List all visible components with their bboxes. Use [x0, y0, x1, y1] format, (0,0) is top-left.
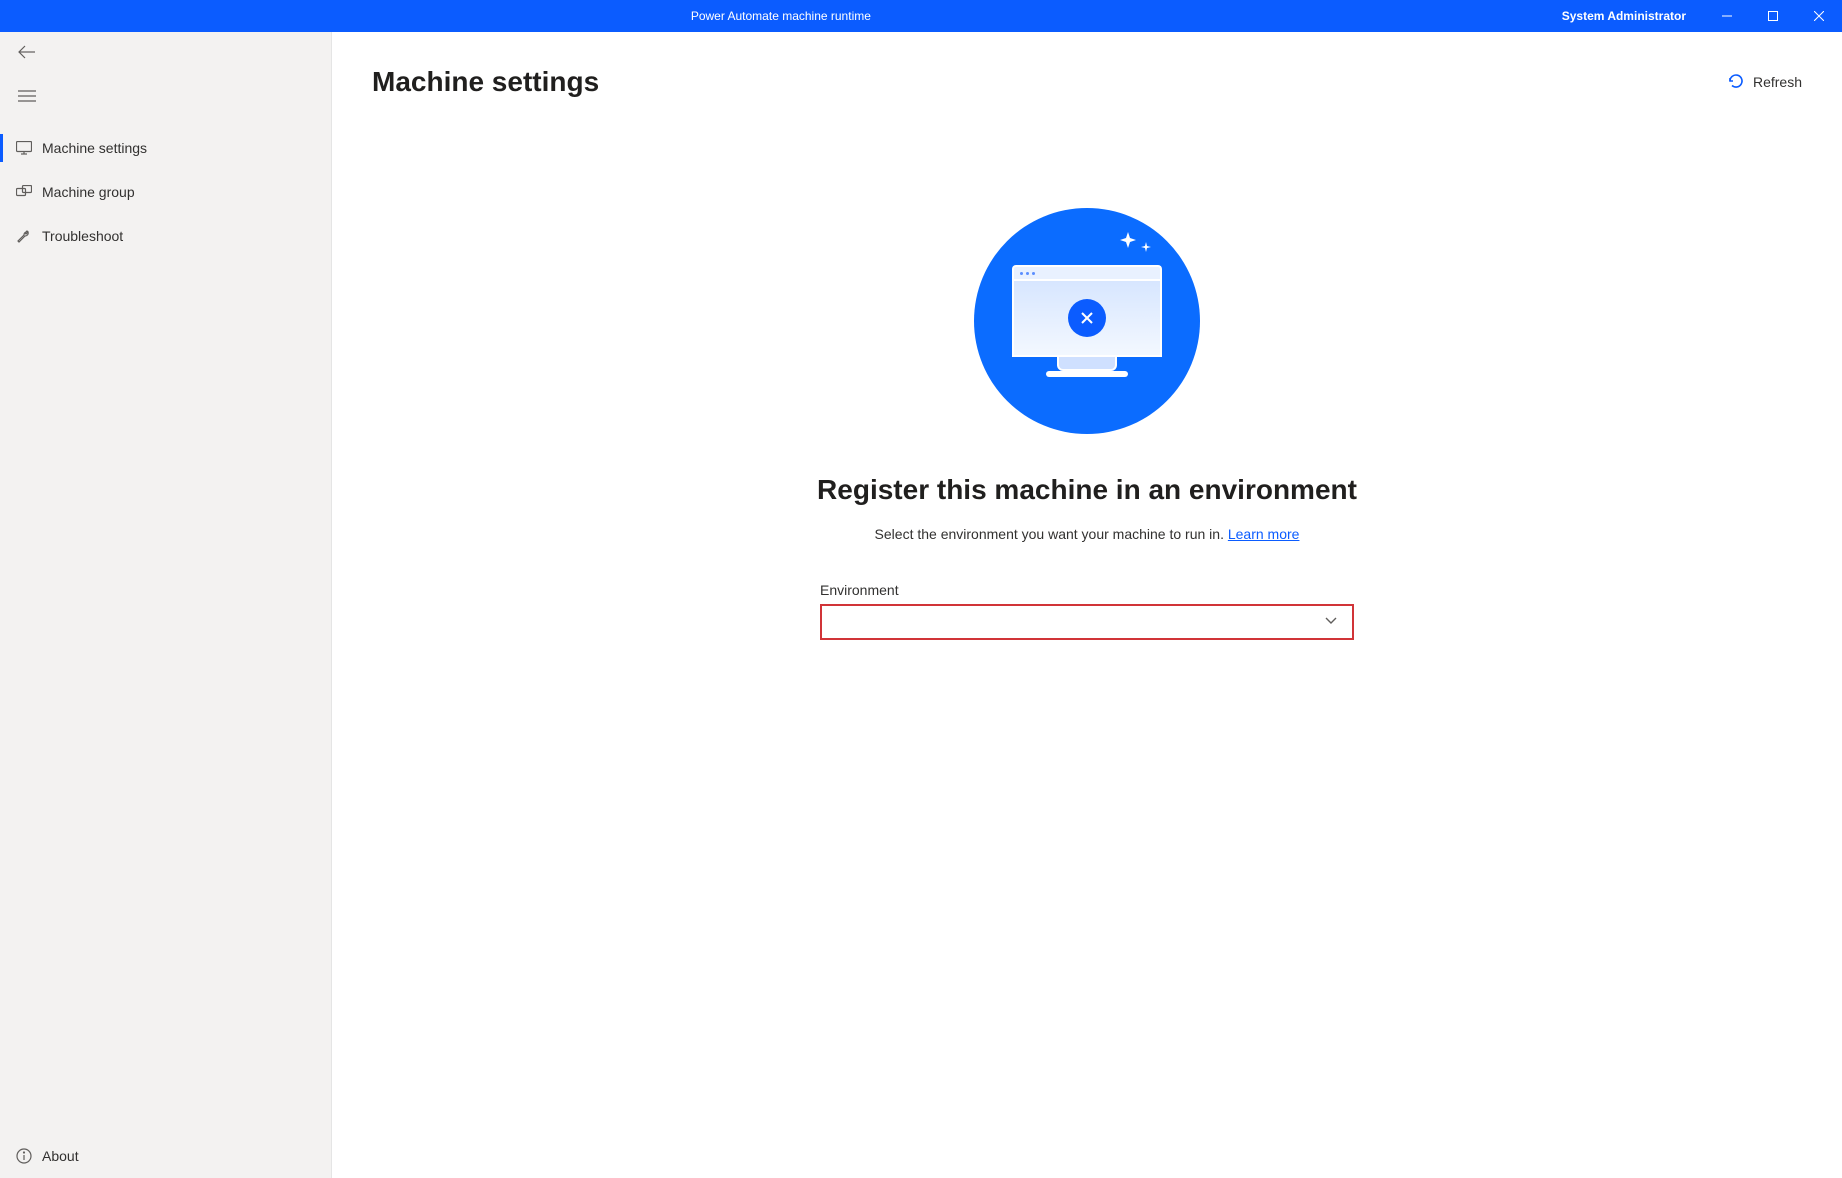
environment-label: Environment	[820, 582, 1354, 598]
x-badge-icon	[1068, 299, 1106, 337]
info-icon	[16, 1148, 42, 1164]
arrow-left-icon	[18, 45, 36, 64]
sidebar-item-troubleshoot[interactable]: Troubleshoot	[0, 214, 331, 258]
minimize-button[interactable]	[1704, 0, 1750, 32]
environment-dropdown[interactable]	[820, 604, 1354, 640]
monitor-illustration	[1012, 265, 1162, 377]
chevron-down-icon	[1324, 613, 1338, 631]
wrench-icon	[16, 228, 42, 244]
hamburger-icon	[18, 89, 36, 108]
sidebar-item-machine-settings[interactable]: Machine settings	[0, 126, 331, 170]
sidebar: Machine settings Machine group Troublesh…	[0, 32, 332, 1178]
group-icon	[16, 185, 42, 199]
sidebar-item-about[interactable]: About	[16, 1148, 331, 1164]
page-title: Machine settings	[372, 66, 599, 98]
titlebar: Power Automate machine runtime System Ad…	[0, 0, 1842, 32]
maximize-button[interactable]	[1750, 0, 1796, 32]
main-content: Machine settings Refresh	[332, 32, 1842, 1178]
monitor-icon	[16, 141, 42, 155]
hero-illustration	[974, 208, 1200, 434]
register-heading: Register this machine in an environment	[817, 474, 1357, 506]
sidebar-item-machine-group[interactable]: Machine group	[0, 170, 331, 214]
learn-more-link[interactable]: Learn more	[1228, 526, 1300, 542]
sidebar-item-label: About	[42, 1148, 79, 1164]
refresh-label: Refresh	[1753, 74, 1802, 90]
hamburger-button[interactable]	[0, 76, 331, 120]
register-subtext: Select the environment you want your mac…	[875, 526, 1300, 542]
refresh-icon	[1727, 72, 1745, 93]
back-button[interactable]	[0, 32, 331, 76]
sidebar-item-label: Machine settings	[42, 140, 147, 156]
current-user: System Administrator	[1562, 9, 1704, 23]
sparkle-icon	[1120, 232, 1154, 265]
sidebar-item-label: Troubleshoot	[42, 228, 123, 244]
close-button[interactable]	[1796, 0, 1842, 32]
window-controls	[1704, 0, 1842, 32]
window-title: Power Automate machine runtime	[0, 9, 1562, 23]
refresh-button[interactable]: Refresh	[1727, 72, 1802, 93]
sidebar-item-label: Machine group	[42, 184, 135, 200]
